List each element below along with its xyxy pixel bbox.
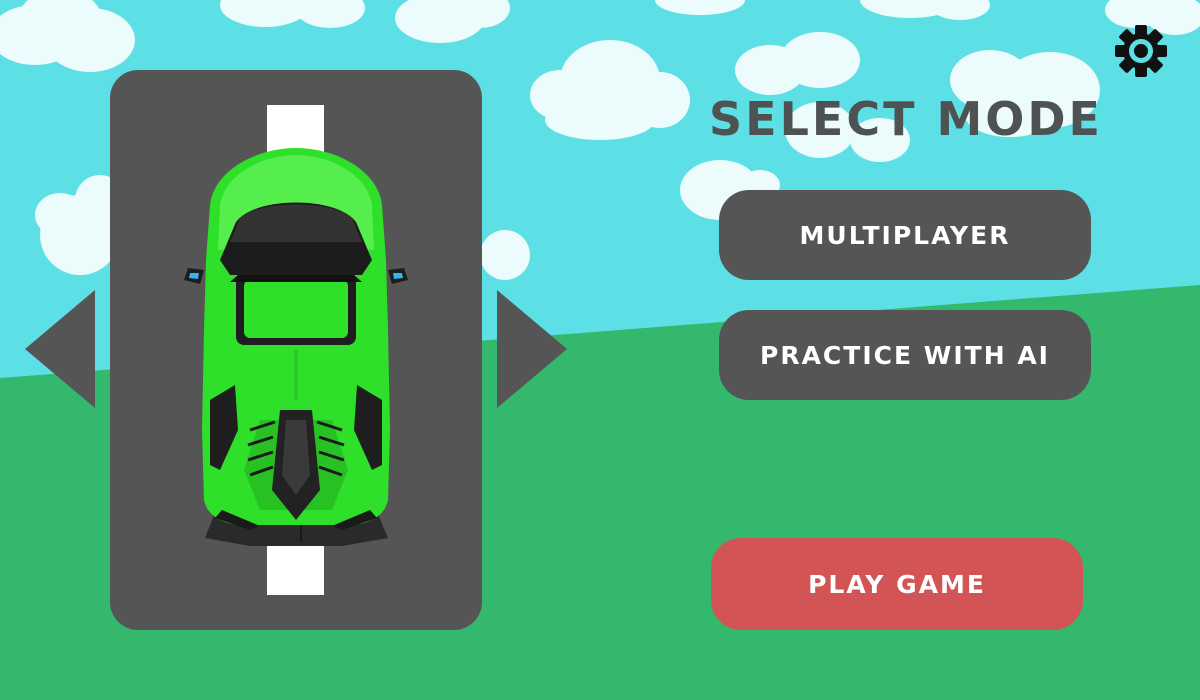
page-title: SELECT MODE [709, 92, 1103, 146]
next-car-arrow-icon[interactable] [497, 290, 567, 408]
previous-car-arrow-icon[interactable] [25, 290, 95, 408]
car-image [184, 105, 408, 595]
play-game-button[interactable]: PLAY GAME [711, 538, 1083, 630]
car-preview-panel [110, 70, 482, 630]
gear-icon [1115, 25, 1167, 77]
practice-with-ai-button[interactable]: PRACTICE WITH AI [719, 310, 1091, 400]
multiplayer-button[interactable]: MULTIPLAYER [719, 190, 1091, 280]
settings-button[interactable] [1112, 22, 1170, 80]
game-scene: SELECT MODE MULTIPLAYER PRACTICE WITH AI… [0, 0, 1200, 700]
